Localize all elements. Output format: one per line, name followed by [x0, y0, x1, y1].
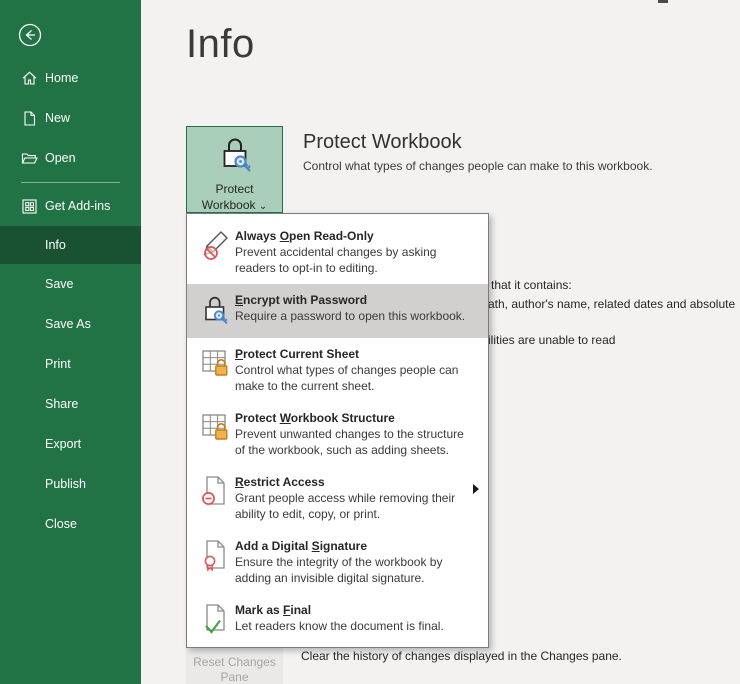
menu-item-mark-as-final[interactable]: Mark as Final Let readers know the docum…	[187, 594, 488, 648]
doc-final-icon	[201, 603, 235, 640]
menu-item-description: Control what types of changes people can…	[235, 363, 459, 393]
menu-item-description: Ensure the integrity of the workbook by …	[235, 555, 443, 585]
sidebar-item-label: Print	[45, 357, 71, 371]
sidebar-item-save-as[interactable]: Save As	[0, 304, 141, 344]
sidebar-item-label: Get Add-ins	[45, 199, 111, 213]
doc-restrict-icon	[201, 475, 235, 512]
sidebar-item-save[interactable]: Save	[0, 264, 141, 304]
sidebar-nav: Home New Open Get Add-ins Info Save Save…	[0, 58, 141, 544]
menu-item-title: Add a Digital Signature	[235, 539, 368, 553]
new-icon	[21, 110, 38, 127]
menu-item-title: Always Open Read-Only	[235, 229, 374, 243]
sidebar-item-print[interactable]: Print	[0, 344, 141, 384]
reset-changes-label2: Pane	[220, 670, 249, 684]
sidebar-item-info[interactable]: Info	[0, 226, 141, 264]
sidebar-item-label: Home	[45, 71, 79, 85]
backstage-sidebar: Home New Open Get Add-ins Info Save Save…	[0, 0, 141, 684]
menu-item-protect-workbook-structure[interactable]: Protect Workbook Structure Prevent unwan…	[187, 402, 488, 466]
sheet-lock-icon	[201, 411, 235, 448]
sidebar-item-close[interactable]: Close	[0, 504, 141, 544]
sidebar-item-get-add-ins[interactable]: Get Add-ins	[0, 186, 141, 226]
clear-history-description: Clear the history of changes displayed i…	[301, 649, 622, 663]
sidebar-item-label: Info	[45, 238, 66, 252]
sidebar-item-label: Close	[45, 517, 77, 531]
menu-item-restrict-access[interactable]: Restrict Access Grant people access whil…	[187, 466, 488, 530]
back-arrow-icon	[18, 23, 42, 47]
protect-workbook-button[interactable]: Protect Workbook ⌄	[186, 126, 283, 213]
protect-workbook-dropdown-menu: Always Open Read-Only Prevent accidental…	[186, 213, 489, 648]
pencil-blocked-icon	[201, 229, 235, 266]
menu-item-description: Prevent unwanted changes to the structur…	[235, 427, 464, 457]
open-folder-icon	[21, 150, 38, 167]
sidebar-item-label: Export	[45, 437, 82, 451]
sheet-lock-icon	[201, 347, 235, 384]
excel-backstage-info: Home New Open Get Add-ins Info Save Save…	[0, 0, 740, 684]
menu-item-description: Grant people access while removing their…	[235, 491, 456, 521]
sidebar-item-publish[interactable]: Publish	[0, 464, 141, 504]
lock-key-icon	[216, 136, 254, 179]
inspect-workbook-text-fragment: ilities are unable to read	[488, 333, 616, 347]
reset-changes-label: Reset Changes	[193, 655, 276, 669]
sidebar-item-label: Save As	[45, 317, 91, 331]
sidebar-item-share[interactable]: Share	[0, 384, 141, 424]
sidebar-item-new[interactable]: New	[0, 98, 141, 138]
submenu-arrow-icon	[473, 484, 479, 494]
back-button[interactable]	[18, 23, 42, 47]
doc-signature-icon	[201, 539, 235, 576]
menu-item-always-open-read-only[interactable]: Always Open Read-Only Prevent accidental…	[187, 220, 488, 284]
sidebar-item-label: Share	[45, 397, 79, 411]
menu-item-title: Protect Workbook Structure	[235, 411, 395, 425]
menu-item-description: Require a password to open this workbook…	[235, 309, 466, 323]
menu-item-protect-current-sheet[interactable]: Protect Current Sheet Control what types…	[187, 338, 488, 402]
menu-item-add-digital-signature[interactable]: Add a Digital Signature Ensure the integ…	[187, 530, 488, 594]
sidebar-item-label: Save	[45, 277, 74, 291]
sidebar-item-label: New	[45, 111, 71, 125]
sidebar-item-label: Open	[45, 151, 76, 165]
menu-item-title: Protect Current Sheet	[235, 347, 360, 361]
inspect-workbook-text-fragment: ath, author's name, related dates and ab…	[488, 297, 736, 311]
screen-artifact	[658, 0, 668, 3]
sidebar-item-label: Publish	[45, 477, 86, 491]
protect-workbook-description: Control what types of changes people can…	[303, 159, 653, 173]
protect-workbook-heading: Protect Workbook	[303, 131, 462, 153]
lock-key-icon	[201, 293, 235, 330]
menu-item-title: Encrypt with Password	[235, 293, 368, 307]
add-ins-icon	[21, 198, 38, 215]
info-pane: Info that it contains: ath, author's nam…	[141, 0, 740, 684]
menu-item-encrypt-with-password[interactable]: Encrypt with Password Require a password…	[187, 284, 488, 338]
menu-item-description: Let readers know the document is final.	[235, 619, 444, 633]
sidebar-separator	[21, 182, 120, 183]
inspect-workbook-text-fragment: that it contains:	[491, 278, 572, 292]
page-title: Info	[186, 22, 255, 66]
sidebar-item-home[interactable]: Home	[0, 58, 141, 98]
sidebar-item-open[interactable]: Open	[0, 138, 141, 178]
menu-item-description: Prevent accidental changes by asking rea…	[235, 245, 437, 275]
protect-button-label: Protect Workbook ⌄	[201, 182, 268, 212]
menu-item-title: Restrict Access	[235, 475, 325, 489]
menu-item-title: Mark as Final	[235, 603, 312, 617]
home-icon	[21, 70, 38, 87]
sidebar-item-export[interactable]: Export	[0, 424, 141, 464]
dropdown-chevron-icon: ⌄	[258, 200, 268, 212]
